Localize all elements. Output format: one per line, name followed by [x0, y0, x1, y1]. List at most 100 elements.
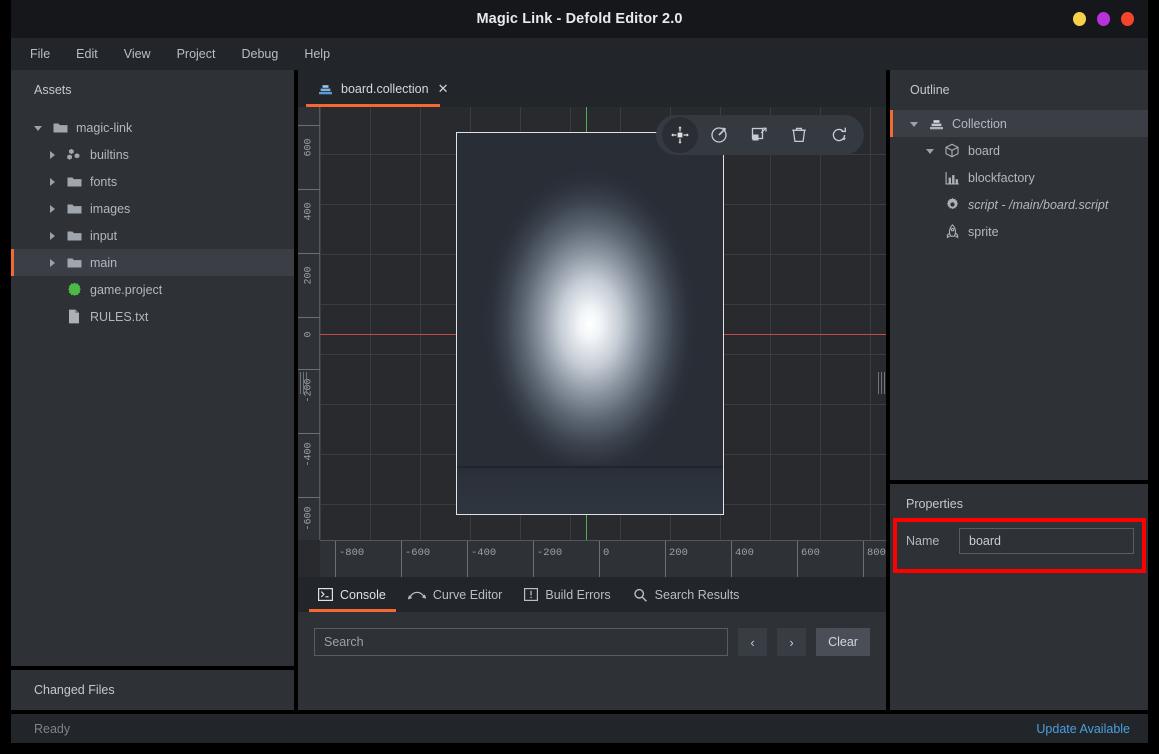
close-icon[interactable]: ✕	[438, 81, 449, 97]
outline-header: Outline	[890, 70, 1148, 110]
maximize-button[interactable]	[1097, 12, 1110, 26]
gameobject-icon	[943, 143, 961, 159]
outline-item-blockfactory[interactable]: blockfactory	[890, 164, 1148, 191]
terminal-icon	[318, 588, 333, 601]
splitter-line	[300, 372, 301, 394]
folder-icon	[65, 201, 83, 217]
chevron-right-icon[interactable]	[48, 231, 58, 241]
tree-item-label: main	[90, 256, 117, 270]
move-tool-button[interactable]	[662, 117, 698, 153]
menu-edit[interactable]: Edit	[76, 43, 111, 65]
editor-tab-strip: board.collection ✕	[298, 70, 886, 107]
outline-item-label: Collection	[952, 117, 1007, 131]
name-field[interactable]	[959, 528, 1134, 554]
tree-item-main[interactable]: main	[11, 249, 294, 276]
outline-item-collection[interactable]: Collection	[890, 110, 1148, 137]
tab-search-results[interactable]: Search Results	[624, 577, 753, 612]
search-icon	[633, 588, 648, 602]
menu-help[interactable]: Help	[304, 43, 343, 65]
tree-item-label: input	[90, 229, 117, 243]
name-label: Name	[906, 534, 959, 548]
splitter-line	[878, 372, 879, 394]
chevron-right-icon[interactable]	[48, 177, 58, 187]
folder-icon	[51, 120, 69, 136]
outline-item-board[interactable]: board	[890, 137, 1148, 164]
chevron-right-icon[interactable]	[48, 258, 58, 268]
folder-icon	[65, 174, 83, 190]
x-tick: -200	[533, 541, 562, 577]
sprite-icon	[943, 224, 961, 240]
left-splitter-handle[interactable]	[298, 370, 308, 396]
console-search-input[interactable]	[314, 628, 728, 656]
y-tick: -600	[298, 497, 320, 553]
tree-item-fonts[interactable]: fonts	[11, 168, 294, 195]
tree-item-game-project[interactable]: game.project	[11, 276, 294, 303]
menu-project[interactable]: Project	[177, 43, 229, 65]
outline-item-label: sprite	[968, 225, 999, 239]
status-message: Ready	[34, 722, 70, 736]
chevron-right-icon[interactable]	[48, 204, 58, 214]
y-tick: 200	[298, 253, 320, 303]
search-next-button[interactable]: ›	[777, 628, 806, 656]
menu-bar: File Edit View Project Debug Help	[11, 38, 1148, 70]
clear-button[interactable]: Clear	[816, 628, 870, 656]
tab-curve-editor[interactable]: Curve Editor	[399, 577, 515, 612]
rotate-tool-button[interactable]	[700, 118, 738, 152]
sprite-floor-shadow	[457, 466, 723, 514]
y-tick: 0	[298, 317, 320, 357]
tree-item-label: game.project	[90, 283, 162, 297]
warning-box-icon	[524, 588, 538, 601]
right-splitter-handle[interactable]	[876, 370, 886, 396]
builtins-icon	[65, 147, 83, 163]
delete-tool-button[interactable]	[780, 118, 818, 152]
outline-item-sprite[interactable]: sprite	[890, 218, 1148, 245]
reload-tool-button[interactable]	[820, 118, 858, 152]
menu-file[interactable]: File	[30, 43, 63, 65]
splitter-line	[884, 372, 885, 394]
status-bar: Ready Update Available	[11, 714, 1148, 743]
defold-gear-icon	[65, 282, 83, 298]
scale-tool-button[interactable]	[740, 118, 778, 152]
x-tick: 400	[731, 541, 754, 577]
tree-item-images[interactable]: images	[11, 195, 294, 222]
tree-item-label: fonts	[90, 175, 117, 189]
search-prev-button[interactable]: ‹	[738, 628, 767, 656]
y-tick: 400	[298, 189, 320, 239]
x-tick: 200	[665, 541, 688, 577]
tree-item-builtins[interactable]: builtins	[11, 141, 294, 168]
tab-board-collection[interactable]: board.collection ✕	[306, 70, 460, 107]
splitter-line	[881, 372, 882, 394]
curve-icon	[408, 588, 426, 601]
x-axis-ruler: -800 -600 -400 -200 0 200 400 600 800	[320, 540, 886, 577]
chevron-down-icon[interactable]	[34, 123, 44, 133]
chevron-down-icon[interactable]	[926, 146, 936, 156]
tree-item-rules-txt[interactable]: RULES.txt	[11, 303, 294, 330]
selected-sprite[interactable]	[456, 132, 724, 515]
scene-viewport[interactable]: 600 400 200 0 -200 -400 -600 -800 -600 -…	[298, 107, 886, 577]
x-tick: 600	[797, 541, 820, 577]
tree-item-label: images	[90, 202, 130, 216]
y-tick: -400	[298, 433, 320, 489]
menu-view[interactable]: View	[124, 43, 164, 65]
tree-item-input[interactable]: input	[11, 222, 294, 249]
assets-tree: magic-link builtins fonts	[11, 110, 294, 330]
bottom-tab-strip: Console Curve Editor	[298, 577, 886, 612]
folder-icon	[65, 255, 83, 271]
changed-files-panel[interactable]: Changed Files	[11, 670, 294, 710]
tab-console[interactable]: Console	[309, 577, 399, 612]
bottom-tab-label: Console	[340, 588, 386, 602]
x-tick: 0	[599, 541, 609, 577]
chevron-down-icon[interactable]	[910, 119, 920, 129]
properties-panel: Properties Name	[890, 484, 1148, 710]
chevron-right-icon[interactable]	[48, 150, 58, 160]
tab-build-errors[interactable]: Build Errors	[515, 577, 623, 612]
close-button[interactable]	[1121, 12, 1134, 26]
x-tick: -800	[335, 541, 364, 577]
menu-debug[interactable]: Debug	[241, 43, 291, 65]
update-available-link[interactable]: Update Available	[1036, 722, 1130, 736]
minimize-button[interactable]	[1073, 12, 1086, 26]
tree-item-magic-link[interactable]: magic-link	[11, 114, 294, 141]
outline-item-script[interactable]: script - /main/board.script	[890, 191, 1148, 218]
outline-item-label: blockfactory	[968, 171, 1035, 185]
property-row-name: Name	[890, 524, 1148, 558]
